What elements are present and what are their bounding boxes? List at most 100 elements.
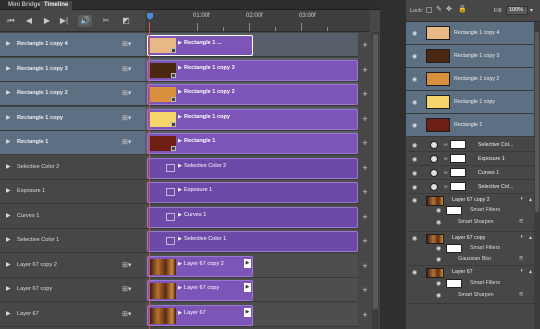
filter-name[interactable]: Smart Sharpen <box>458 219 494 225</box>
eye-icon[interactable]: ◉ <box>436 207 441 214</box>
eye-icon[interactable]: ◉ <box>412 99 417 106</box>
video-clip[interactable]: ▶ Layer 67 ▶ <box>147 304 253 326</box>
clip-expand-icon[interactable]: ▶ <box>178 310 182 316</box>
clip-end-handle-icon[interactable]: ▶ <box>244 307 251 317</box>
timeline-track[interactable]: ▶ Layer 67 ▶ <box>145 302 358 327</box>
clip-expand-icon[interactable]: ▶ <box>178 40 182 46</box>
smart-object-layer[interactable]: ◉ Layer 67 copy ◐ ▴ ◉ Smart Filters ◉ Ga… <box>406 232 534 266</box>
expand-triangle-icon[interactable]: ▶ <box>6 89 11 96</box>
lock-transparent-icon[interactable] <box>426 7 432 13</box>
collapse-arrow-icon[interactable]: ▴ <box>529 234 532 241</box>
layer-mask-thumbnail[interactable] <box>450 154 466 163</box>
eye-icon[interactable]: ◉ <box>412 142 417 149</box>
video-clip[interactable]: ▶ Layer 67 copy 2 ▶ <box>147 255 253 277</box>
time-ruler[interactable]: 01:00f 02:00f 03:00f <box>145 10 370 32</box>
filmstrip-menu-icon[interactable]: ⊞▾ <box>122 65 131 73</box>
smart-filter-icon[interactable]: ◐ <box>520 196 524 202</box>
current-time-indicator[interactable] <box>149 22 150 329</box>
filter-options-icon[interactable]: ⚟ <box>519 255 524 262</box>
timeline-row[interactable]: ▶ Selective Color 1 <box>0 229 145 253</box>
first-frame-icon[interactable]: ⏮ <box>6 15 16 27</box>
eye-icon[interactable]: ◉ <box>412 76 417 83</box>
adjustment-clip[interactable]: ▶ Selective Color 2 <box>147 157 358 179</box>
timeline-row[interactable]: ▶ Layer 67 copy 2 ⊞▾ <box>0 253 145 278</box>
timeline-row[interactable]: ▶ Rectangle 1 copy 4 ⊞▾ <box>0 33 145 57</box>
smart-filter-icon[interactable]: ◐ <box>520 234 524 240</box>
expand-triangle-icon[interactable]: ▶ <box>6 212 11 219</box>
timeline-row[interactable]: ▶ Selective Color 2 <box>0 155 145 180</box>
eye-icon[interactable]: ◉ <box>412 122 417 129</box>
adjustment-clip[interactable]: ▶ Exposure 1 <box>147 182 358 203</box>
smart-filter-icon[interactable]: ◐ <box>520 268 524 274</box>
timeline-track[interactable]: ▶ Curves 1 <box>145 204 358 229</box>
add-media-icon[interactable]: + <box>360 163 370 173</box>
timeline-row[interactable]: ▶ Rectangle 1 copy ⊞▾ <box>0 106 145 131</box>
video-clip[interactable]: ▶ Rectangle 1 ... <box>147 35 253 56</box>
smart-filter-mask[interactable] <box>446 244 462 253</box>
add-media-icon[interactable]: + <box>360 89 370 99</box>
timeline-row[interactable]: ▶ Curves 1 <box>0 204 145 229</box>
smart-object-layer[interactable]: ◉ Layer 67 ◐ ▴ ◉ Smart Filters ◉ Smart S… <box>406 266 534 304</box>
eye-icon[interactable]: ◉ <box>436 219 441 226</box>
timeline-row[interactable]: ▶ Layer 67 ⊞▾ <box>0 302 145 327</box>
play-icon[interactable]: ▶ <box>42 15 52 27</box>
expand-triangle-icon[interactable]: ▶ <box>6 310 11 317</box>
playhead-marker[interactable] <box>147 13 153 20</box>
timeline-track[interactable]: ▶ Rectangle 1 <box>145 131 358 155</box>
tab-timeline[interactable]: Timeline <box>40 1 73 10</box>
filmstrip-menu-icon[interactable]: ⊞▾ <box>122 114 131 122</box>
expand-triangle-icon[interactable]: ▶ <box>6 261 11 268</box>
clip-expand-icon[interactable]: ▶ <box>178 187 182 193</box>
add-media-icon[interactable]: + <box>360 138 370 148</box>
audio-icon[interactable]: 🔊 <box>78 15 92 27</box>
layer-row[interactable]: ◉ ∞ Exposure 1 <box>406 152 534 166</box>
collapse-arrow-icon[interactable]: ▴ <box>529 196 532 203</box>
add-media-icon[interactable]: + <box>360 187 370 197</box>
clip-expand-icon[interactable]: ▶ <box>178 285 182 291</box>
smart-filter-mask[interactable] <box>446 279 462 288</box>
add-media-icon[interactable]: + <box>360 114 370 124</box>
expand-triangle-icon[interactable]: ▶ <box>6 163 11 170</box>
lock-all-icon[interactable]: 🔒 <box>458 5 467 13</box>
timeline-track[interactable]: ▶ Rectangle 1 ... <box>145 33 358 57</box>
lock-paint-icon[interactable]: ✎ <box>436 5 442 13</box>
add-media-icon[interactable]: + <box>360 310 370 320</box>
clip-end-handle-icon[interactable]: ▶ <box>244 258 251 268</box>
timeline-row[interactable]: ▶ Rectangle 1 copy 3 ⊞▾ <box>0 57 145 82</box>
timeline-track[interactable]: ▶ Exposure 1 <box>145 180 358 204</box>
chain-link-icon[interactable]: ∞ <box>444 170 448 176</box>
expand-triangle-icon[interactable]: ▶ <box>6 285 11 292</box>
layer-mask-thumbnail[interactable] <box>450 168 466 177</box>
layer-row[interactable]: ◉ Rectangle 1 copy 4 <box>406 22 534 45</box>
clip-expand-icon[interactable]: ▶ <box>178 236 182 242</box>
fill-input[interactable]: 100% <box>506 6 528 15</box>
layer-row[interactable]: ◉ Rectangle 1 <box>406 114 534 137</box>
video-clip[interactable]: ▶ Layer 67 copy ▶ <box>147 280 253 301</box>
eye-icon[interactable]: ◉ <box>412 170 417 177</box>
previous-frame-icon[interactable]: ◀ <box>24 15 34 27</box>
clip-expand-icon[interactable]: ▶ <box>178 261 182 267</box>
layer-row[interactable]: ◉ Rectangle 1 copy 2 <box>406 68 534 91</box>
expand-triangle-icon[interactable]: ▶ <box>6 187 11 194</box>
filter-name[interactable]: Gaussian Blur <box>458 256 491 262</box>
timeline-track[interactable]: ▶ Layer 67 copy 2 ▶ <box>145 253 358 278</box>
timeline-track[interactable]: ▶ Selective Color 1 <box>145 229 358 253</box>
add-media-icon[interactable]: + <box>360 285 370 295</box>
timeline-scrollbar[interactable] <box>372 32 379 329</box>
clip-expand-icon[interactable]: ▶ <box>178 89 182 95</box>
timeline-track[interactable]: ▶ Rectangle 1 copy 2 <box>145 82 358 106</box>
layer-row[interactable]: ◉ ∞ Selective Col... <box>406 180 534 194</box>
add-media-icon[interactable]: + <box>360 261 370 271</box>
eye-icon[interactable]: ◉ <box>436 245 441 252</box>
eye-icon[interactable]: ◉ <box>412 235 417 242</box>
next-frame-icon[interactable]: ▶| <box>58 15 70 27</box>
add-media-icon[interactable]: + <box>360 40 370 50</box>
timeline-track[interactable]: ▶ Rectangle 1 copy 3 <box>145 57 358 82</box>
timeline-row[interactable]: ▶ Exposure 1 <box>0 180 145 204</box>
add-media-icon[interactable]: + <box>360 65 370 75</box>
add-media-icon[interactable]: + <box>360 212 370 222</box>
clip-expand-icon[interactable]: ▶ <box>178 163 182 169</box>
filmstrip-menu-icon[interactable]: ⊞▾ <box>122 89 131 97</box>
filmstrip-menu-icon[interactable]: ⊞▾ <box>122 40 131 48</box>
layer-mask-thumbnail[interactable] <box>450 182 466 191</box>
